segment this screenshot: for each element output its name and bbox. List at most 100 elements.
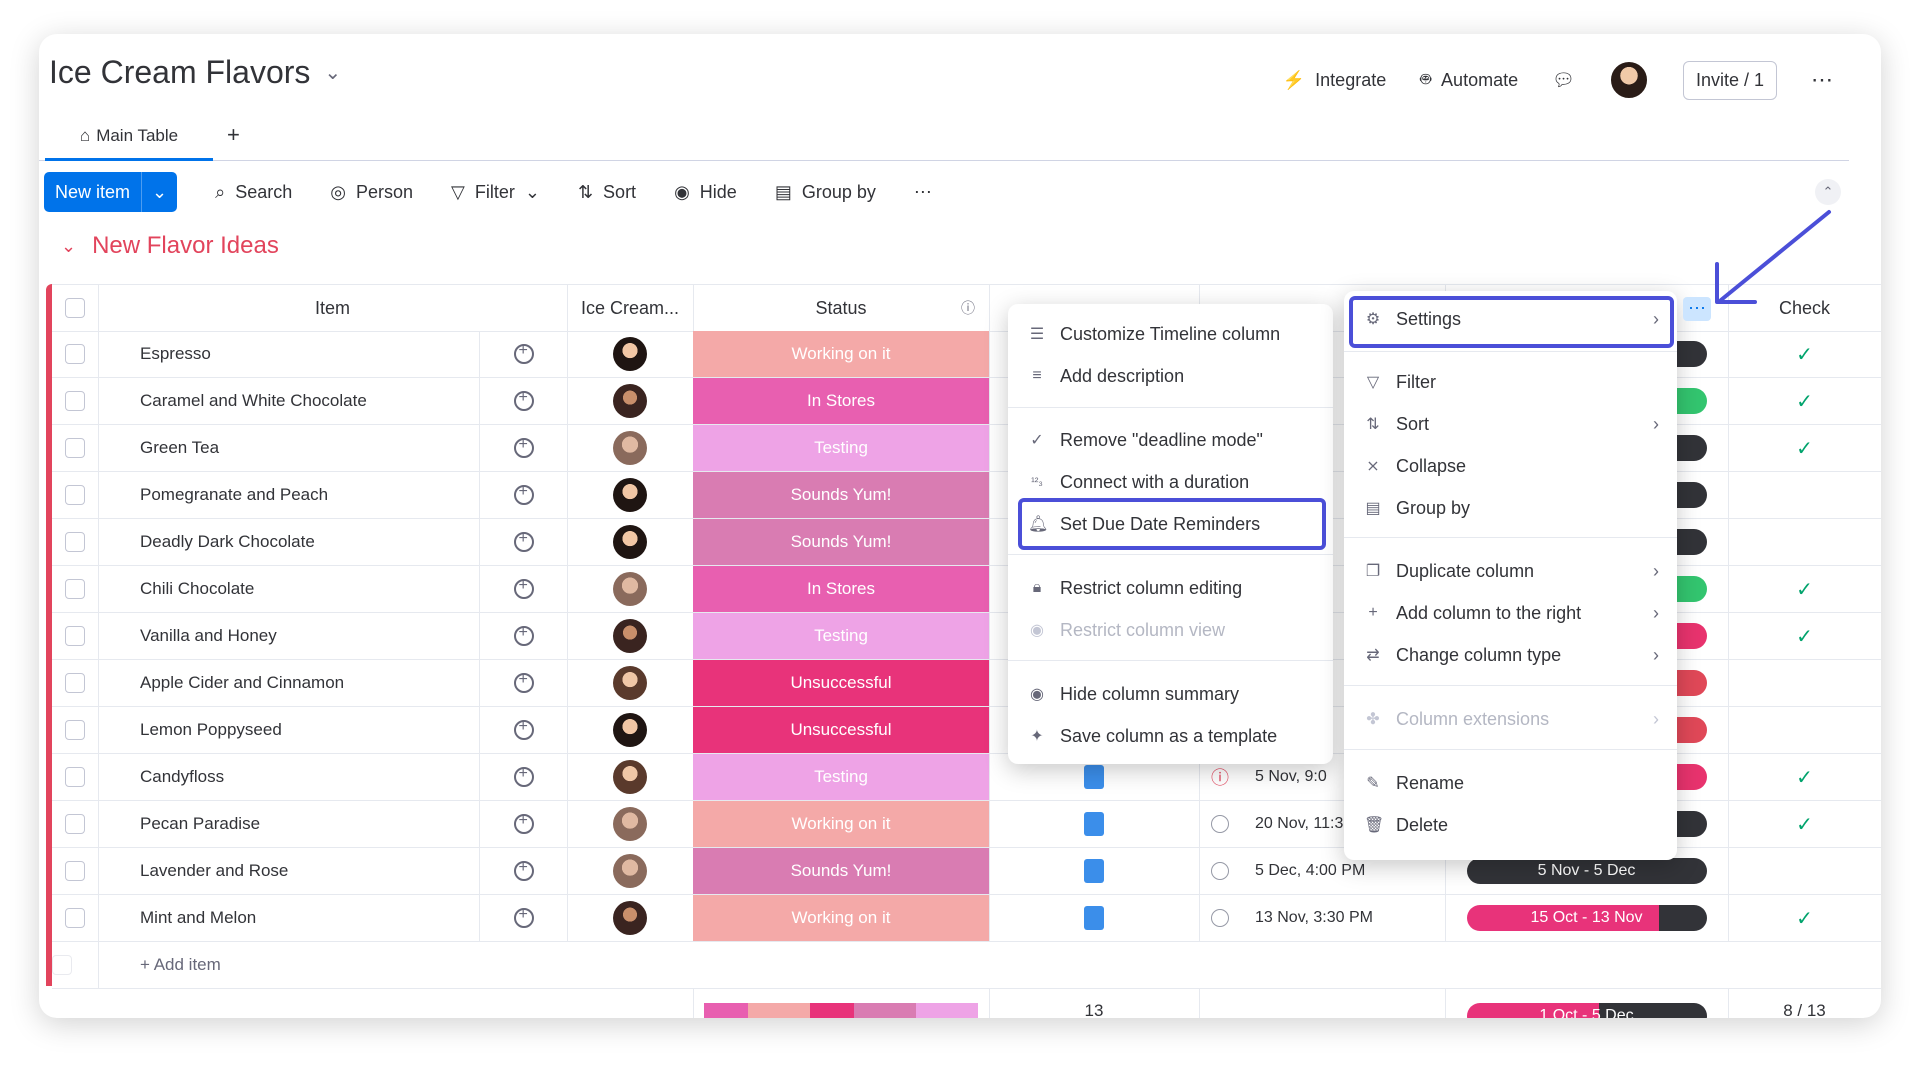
files-cell[interactable]: [989, 848, 1200, 894]
menu-item-filter[interactable]: ▽ Filter: [1344, 364, 1677, 400]
add-update-icon[interactable]: [513, 859, 534, 881]
date-cell[interactable]: 13 Nov, 3:30 PM: [1199, 895, 1446, 941]
item-name[interactable]: Pomegranate and Peach: [98, 472, 480, 518]
status-cell[interactable]: Testing: [693, 425, 990, 471]
status-cell[interactable]: Working on it: [693, 801, 990, 847]
menu-item-delete[interactable]: 🗑︎ Delete: [1344, 807, 1677, 843]
row-checkbox[interactable]: [65, 814, 85, 834]
row-checkbox[interactable]: [65, 908, 85, 928]
file-icon[interactable]: [1084, 765, 1104, 789]
chevron-down-icon[interactable]: ⌄: [141, 172, 177, 212]
owner-cell[interactable]: [567, 613, 694, 659]
table-row[interactable]: Mint and Melon Working on it 13 Nov, 3:30 …: [52, 895, 1881, 942]
menu-item-sort[interactable]: ⇅ Sort ›: [1344, 406, 1677, 442]
timeline-pill[interactable]: 5 Nov - 5 Dec: [1466, 858, 1707, 884]
owner-cell[interactable]: [567, 378, 694, 424]
item-updates[interactable]: [480, 848, 568, 894]
add-update-icon[interactable]: [513, 624, 534, 646]
files-cell[interactable]: [989, 801, 1200, 847]
owner-cell[interactable]: [567, 331, 694, 377]
search-button[interactable]: ⌕ Search: [215, 182, 292, 203]
group-by-button[interactable]: ▤ Group by: [775, 182, 876, 203]
owner-cell[interactable]: [567, 566, 694, 612]
menu-item-collapse[interactable]: ⨯ Collapse: [1344, 448, 1677, 484]
item-name[interactable]: Pecan Paradise: [98, 801, 480, 847]
item-updates[interactable]: [480, 660, 568, 706]
add-update-icon[interactable]: [513, 530, 534, 552]
row-checkbox[interactable]: [65, 579, 85, 599]
menu-item-save-template[interactable]: ✦ Save column as a template: [1008, 718, 1333, 754]
item-updates[interactable]: [480, 425, 568, 471]
item-updates[interactable]: [480, 895, 568, 941]
check-cell[interactable]: ✓: [1728, 378, 1881, 424]
owner-cell[interactable]: [567, 754, 694, 800]
item-updates[interactable]: [480, 801, 568, 847]
file-icon[interactable]: [1084, 859, 1104, 883]
menu-item-remove-deadline-mode[interactable]: ✓ Remove "deadline mode": [1008, 422, 1333, 458]
row-checkbox[interactable]: [65, 720, 85, 740]
group-header[interactable]: ⌄ New Flavor Ideas: [61, 232, 279, 260]
check-cell[interactable]: ✓: [1728, 801, 1881, 847]
status-cell[interactable]: Unsuccessful: [693, 707, 990, 753]
item-updates[interactable]: [480, 472, 568, 518]
person-button[interactable]: ◎ Person: [330, 182, 413, 203]
item-name[interactable]: Green Tea: [98, 425, 480, 471]
item-name[interactable]: Espresso: [98, 331, 480, 377]
menu-item-connect-duration[interactable]: ¹²₃ Connect with a duration: [1008, 464, 1333, 500]
row-checkbox[interactable]: [65, 767, 85, 787]
avatar[interactable]: [1608, 60, 1649, 100]
row-checkbox[interactable]: [65, 438, 85, 458]
check-cell[interactable]: [1728, 848, 1881, 894]
owner-cell[interactable]: [567, 801, 694, 847]
owner-cell[interactable]: [567, 848, 694, 894]
item-name[interactable]: Deadly Dark Chocolate: [98, 519, 480, 565]
status-cell[interactable]: Testing: [693, 754, 990, 800]
header-status[interactable]: Status ⓘ: [693, 285, 990, 331]
status-cell[interactable]: In Stores: [693, 378, 990, 424]
item-updates[interactable]: [480, 754, 568, 800]
updates-button[interactable]: 💬︎: [1552, 70, 1575, 91]
header-owner[interactable]: Ice Cream...: [567, 285, 694, 331]
item-updates[interactable]: [480, 707, 568, 753]
check-cell[interactable]: ✓: [1728, 425, 1881, 471]
chevron-down-icon[interactable]: ⌄: [61, 236, 76, 257]
add-update-icon[interactable]: [513, 436, 534, 458]
add-item-input[interactable]: + Add item: [98, 942, 221, 988]
item-updates[interactable]: [480, 331, 568, 377]
file-icon[interactable]: [1084, 906, 1104, 930]
check-cell[interactable]: [1728, 519, 1881, 565]
item-name[interactable]: Mint and Melon: [98, 895, 480, 941]
check-cell[interactable]: [1728, 472, 1881, 518]
menu-item-restrict-editing[interactable]: 🔒︎ Restrict column editing: [1008, 570, 1333, 606]
menu-item-rename[interactable]: ✎ Rename: [1344, 765, 1677, 801]
item-updates[interactable]: [480, 613, 568, 659]
add-update-icon[interactable]: [513, 671, 534, 693]
files-cell[interactable]: [989, 895, 1200, 941]
item-name[interactable]: Candyfloss: [98, 754, 480, 800]
check-cell[interactable]: ✓: [1728, 613, 1881, 659]
more-icon[interactable]: ⋯: [914, 182, 932, 203]
file-icon[interactable]: [1084, 812, 1104, 836]
row-checkbox[interactable]: [65, 861, 85, 881]
add-item-row[interactable]: + Add item: [52, 942, 1881, 989]
item-updates[interactable]: [480, 566, 568, 612]
status-cell[interactable]: Working on it: [693, 331, 990, 377]
board-title[interactable]: Ice Cream Flavors ⌄: [49, 54, 341, 91]
sort-button[interactable]: ⇅ Sort: [578, 182, 636, 203]
check-cell[interactable]: ✓: [1728, 331, 1881, 377]
add-update-icon[interactable]: [513, 812, 534, 834]
menu-item-group-by[interactable]: ▤ Group by: [1344, 490, 1677, 526]
new-item-button[interactable]: New item ⌄: [44, 172, 178, 212]
check-cell[interactable]: ✓: [1728, 895, 1881, 941]
status-cell[interactable]: Sounds Yum!: [693, 519, 990, 565]
timeline-cell[interactable]: 15 Oct - 13 Nov: [1445, 895, 1729, 941]
row-checkbox[interactable]: [65, 344, 85, 364]
owner-cell[interactable]: [567, 472, 694, 518]
automate-button[interactable]: 🤖︎ Automate: [1420, 68, 1518, 93]
item-name[interactable]: Apple Cider and Cinnamon: [98, 660, 480, 706]
menu-item-duplicate-column[interactable]: ❐ Duplicate column ›: [1344, 553, 1677, 589]
status-cell[interactable]: In Stores: [693, 566, 990, 612]
status-cell[interactable]: Sounds Yum!: [693, 472, 990, 518]
item-name[interactable]: Vanilla and Honey: [98, 613, 480, 659]
item-name[interactable]: Lemon Poppyseed: [98, 707, 480, 753]
